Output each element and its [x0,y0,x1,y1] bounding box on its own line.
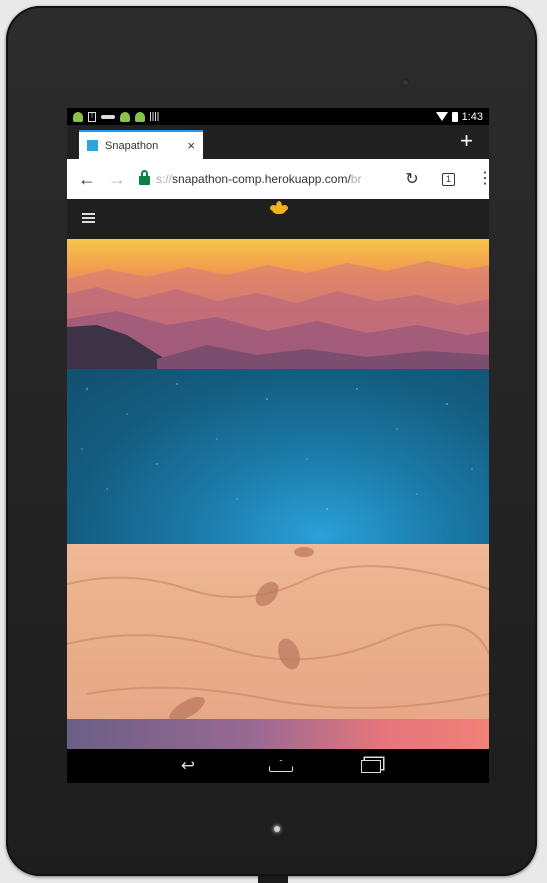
wifi-icon [435,112,448,121]
barcode-icon [150,112,160,121]
key-icon [101,114,115,119]
new-tab-button[interactable]: + [460,129,473,153]
hamburger-icon[interactable] [82,213,95,223]
android-icon [120,111,130,122]
lotus-logo[interactable] [270,201,288,215]
front-camera [402,79,409,86]
sand-footprints-image[interactable] [67,544,489,719]
indicator-led [274,826,280,832]
lock-icon [139,170,150,185]
url-scheme: s:// [156,172,173,186]
address-bar: ← → s://snapathon-comp.herokuapp.com/br … [67,159,489,199]
android-icon [73,111,83,122]
back-icon[interactable]: ↩ [175,756,201,776]
url-field[interactable]: s://snapathon-comp.herokuapp.com/br [156,172,394,186]
notification-icons: ! [73,111,160,122]
overflow-menu-icon[interactable]: ⋮ [477,171,489,187]
stars [81,383,473,510]
tab-title: Snapathon [105,139,159,152]
url-host: snapathon-comp.herokuapp.com/ [172,172,351,186]
system-navigation-bar: ↩ [67,749,489,783]
url-path: br [350,172,362,186]
tab-switcher-button[interactable]: 1 [442,172,455,186]
clock: 1:43 [461,110,483,123]
android-icon [135,111,145,122]
battery-icon [451,111,458,122]
starry-sky-image[interactable] [67,369,489,544]
back-arrow-icon[interactable]: ← [75,169,99,190]
gradient-strip-image[interactable] [67,719,489,749]
home-icon[interactable] [269,760,293,772]
footprints [67,547,489,719]
mountain-sunset-image[interactable] [67,239,489,369]
favicon-icon [87,140,98,151]
tab-close-icon[interactable]: × [187,138,195,153]
tab-strip: Snapathon × + [67,125,489,159]
screen: ! 1:43 Snapathon × + ← → s://snapathon-c… [67,108,489,783]
reload-icon[interactable]: ↻ [400,169,424,189]
tablet-device: ! 1:43 Snapathon × + ← → s://snapathon-c… [6,6,537,876]
usb-cable [258,876,288,883]
recents-icon[interactable] [361,759,381,773]
sim-icon: ! [88,111,96,122]
mountain-layers [67,261,489,369]
forward-arrow-icon[interactable]: → [105,169,129,190]
status-bar: ! 1:43 [67,108,489,125]
tab-snapathon[interactable]: Snapathon × [79,130,203,159]
site-header [67,199,489,239]
